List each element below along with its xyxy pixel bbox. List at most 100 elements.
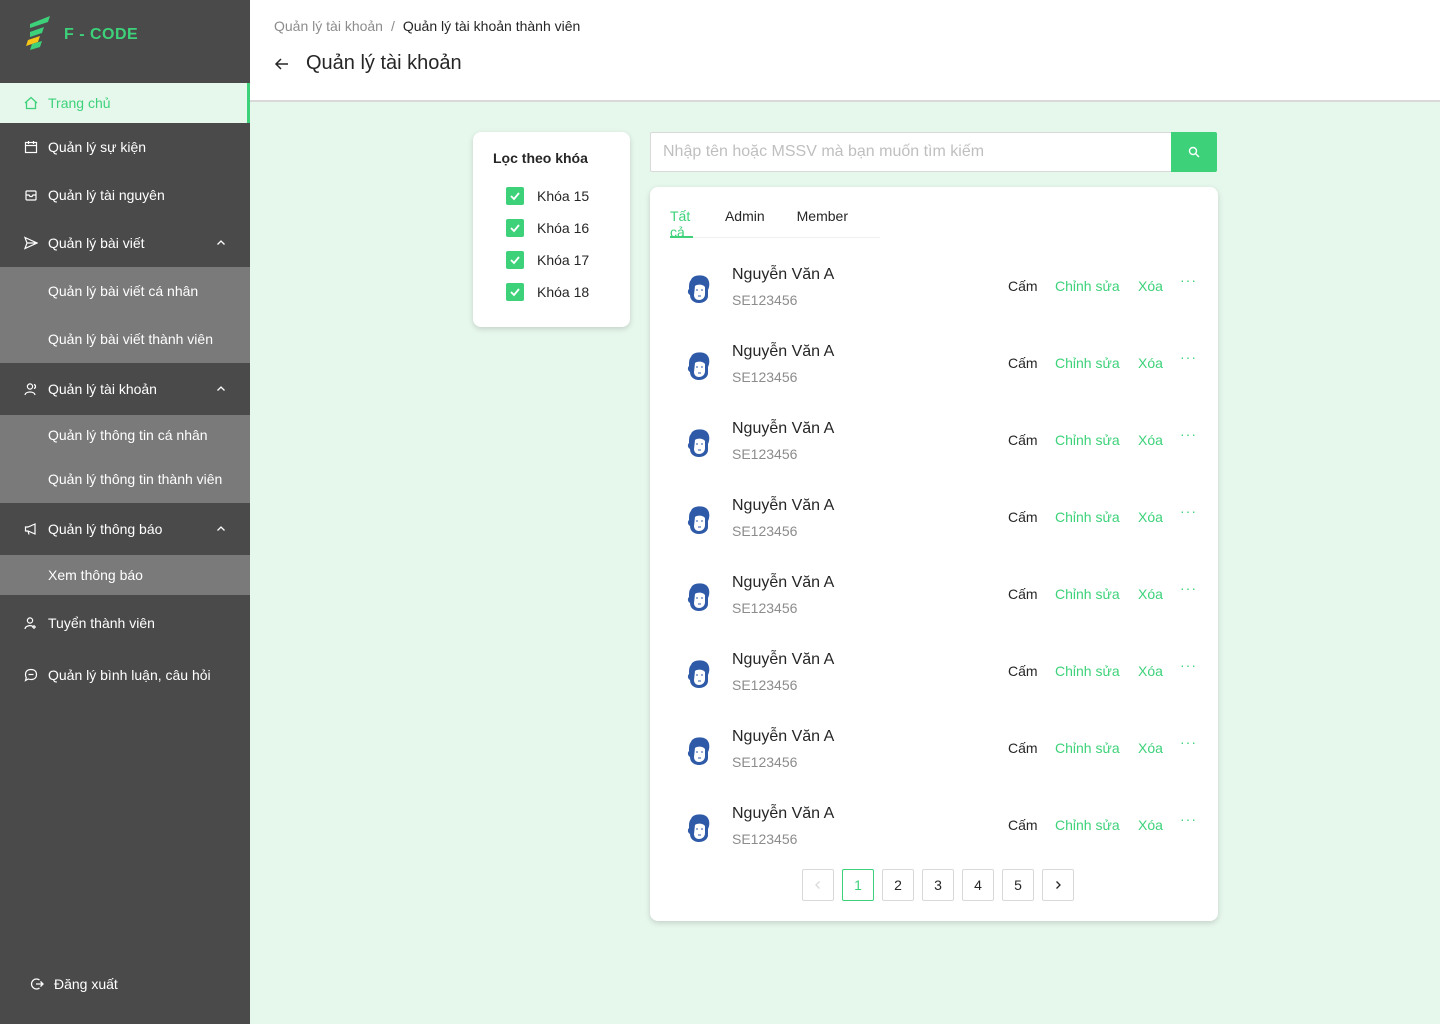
edit-button[interactable]: Chỉnh sửa	[1055, 663, 1120, 679]
sidebar-item-posts[interactable]: Quản lý bài viết	[0, 219, 250, 267]
sidebar-item-home[interactable]: Trang chủ	[0, 83, 250, 123]
breadcrumb-current: Quản lý tài khoản thành viên	[402, 18, 581, 34]
recruit-icon	[24, 616, 38, 630]
tab-all[interactable]: Tất cả	[670, 187, 693, 240]
delete-button[interactable]: Xóa	[1138, 740, 1163, 756]
sidebar-item-member-info[interactable]: Quản lý thông tin thành viên	[0, 455, 250, 503]
member-mssv: SE123456	[732, 523, 798, 539]
sidebar-item-recruit[interactable]: Tuyển thành viên	[0, 595, 250, 651]
sidebar-item-label: Quản lý bài viết thành viên	[48, 331, 213, 347]
breadcrumb-parent[interactable]: Quản lý tài khoản	[274, 18, 383, 34]
sidebar-item-personal-info[interactable]: Quản lý thông tin cá nhân	[0, 415, 250, 455]
page-button-3[interactable]: 3	[922, 869, 954, 901]
filter-option-khoa-18[interactable]: Khóa 18	[493, 276, 610, 308]
more-options-button[interactable]: ···	[1180, 426, 1197, 442]
page-button-2[interactable]: 2	[882, 869, 914, 901]
ban-button[interactable]: Cấm	[1008, 663, 1038, 679]
page-button-1[interactable]: 1	[842, 869, 874, 901]
member-row: Nguyễn Văn A SE123456 Cấm Chỉnh sửa Xóa ···	[686, 724, 1196, 784]
ban-button[interactable]: Cấm	[1008, 740, 1038, 756]
filter-title: Lọc theo khóa	[493, 150, 588, 166]
sidebar-item-resources[interactable]: Quản lý tài nguyên	[0, 171, 250, 219]
pagination: 1 2 3 4 5	[802, 869, 1082, 901]
more-options-button[interactable]: ···	[1180, 734, 1197, 750]
member-mssv: SE123456	[732, 600, 798, 616]
back-arrow-icon[interactable]	[274, 56, 290, 72]
checkbox-checked[interactable]	[506, 251, 524, 269]
avatar	[686, 582, 712, 612]
page-title: Quản lý tài khoản	[306, 52, 462, 74]
chat-icon	[24, 668, 38, 682]
sidebar-item-events[interactable]: Quản lý sự kiện	[0, 123, 250, 171]
more-options-button[interactable]: ···	[1180, 580, 1197, 596]
member-mssv: SE123456	[732, 677, 798, 693]
filter-option-khoa-17[interactable]: Khóa 17	[493, 244, 610, 276]
more-options-button[interactable]: ···	[1180, 811, 1197, 827]
ban-button[interactable]: Cấm	[1008, 432, 1038, 448]
filter-option-label: Khóa 15	[537, 188, 590, 204]
more-options-button[interactable]: ···	[1180, 349, 1197, 365]
checkbox-checked[interactable]	[506, 219, 524, 237]
filter-option-khoa-16[interactable]: Khóa 16	[493, 212, 610, 244]
sidebar-item-label: Quản lý tài nguyên	[48, 187, 165, 203]
edit-button[interactable]: Chỉnh sửa	[1055, 432, 1120, 448]
ban-button[interactable]: Cấm	[1008, 586, 1038, 602]
member-list-card: Tất cả Admin Member Nguyễn Văn A SE123456…	[650, 187, 1218, 921]
avatar	[686, 659, 712, 689]
home-icon	[24, 96, 38, 110]
sidebar-item-comments[interactable]: Quản lý bình luận, câu hỏi	[0, 651, 250, 699]
filter-option-khoa-15[interactable]: Khóa 15	[493, 180, 610, 212]
breadcrumb: Quản lý tài khoản / Quản lý tài khoản th…	[274, 18, 580, 34]
chevron-up-icon	[217, 526, 225, 531]
delete-button[interactable]: Xóa	[1138, 586, 1163, 602]
member-name: Nguyễn Văn A	[732, 420, 835, 437]
sidebar-item-accounts[interactable]: Quản lý tài khoản	[0, 363, 250, 415]
sidebar-item-view-notifications[interactable]: Xem thông báo	[0, 555, 250, 595]
sidebar-item-label: Tuyển thành viên	[48, 615, 155, 631]
delete-button[interactable]: Xóa	[1138, 663, 1163, 679]
member-mssv: SE123456	[732, 831, 798, 847]
avatar	[686, 274, 712, 304]
next-page-button[interactable]	[1042, 869, 1074, 901]
more-options-button[interactable]: ···	[1180, 272, 1197, 288]
search-input[interactable]	[650, 132, 1171, 172]
delete-button[interactable]: Xóa	[1138, 278, 1163, 294]
delete-button[interactable]: Xóa	[1138, 432, 1163, 448]
page-button-4[interactable]: 4	[962, 869, 994, 901]
tab-member[interactable]: Member	[797, 187, 848, 237]
sidebar-item-personal-posts[interactable]: Quản lý bài viết cá nhân	[0, 267, 250, 315]
edit-button[interactable]: Chỉnh sửa	[1055, 586, 1120, 602]
tab-admin[interactable]: Admin	[725, 187, 765, 237]
ban-button[interactable]: Cấm	[1008, 509, 1038, 525]
member-name: Nguyễn Văn A	[732, 805, 835, 822]
search-button[interactable]	[1171, 132, 1217, 172]
edit-button[interactable]: Chỉnh sửa	[1055, 355, 1120, 371]
avatar	[686, 428, 712, 458]
sidebar-item-member-posts[interactable]: Quản lý bài viết thành viên	[0, 315, 250, 363]
delete-button[interactable]: Xóa	[1138, 509, 1163, 525]
logo[interactable]: F - CODE	[0, 0, 250, 70]
edit-button[interactable]: Chỉnh sửa	[1055, 740, 1120, 756]
role-tabs: Tất cả Admin Member	[670, 187, 880, 240]
delete-button[interactable]: Xóa	[1138, 355, 1163, 371]
checkbox-checked[interactable]	[506, 283, 524, 301]
member-row: Nguyễn Văn A SE123456 Cấm Chỉnh sửa Xóa ···	[686, 647, 1196, 707]
more-options-button[interactable]: ···	[1180, 657, 1197, 673]
ban-button[interactable]: Cấm	[1008, 278, 1038, 294]
page-button-5[interactable]: 5	[1002, 869, 1034, 901]
member-mssv: SE123456	[732, 754, 798, 770]
more-options-button[interactable]: ···	[1180, 503, 1197, 519]
sidebar-item-notifications[interactable]: Quản lý thông báo	[0, 503, 250, 555]
ban-button[interactable]: Cấm	[1008, 817, 1038, 833]
ban-button[interactable]: Cấm	[1008, 355, 1038, 371]
edit-button[interactable]: Chỉnh sửa	[1055, 817, 1120, 833]
delete-button[interactable]: Xóa	[1138, 817, 1163, 833]
edit-button[interactable]: Chỉnh sửa	[1055, 278, 1120, 294]
logout-icon	[30, 978, 44, 990]
checkbox-checked[interactable]	[506, 187, 524, 205]
logout-button[interactable]: Đăng xuất	[30, 976, 118, 992]
prev-page-button[interactable]	[802, 869, 834, 901]
sidebar-item-label: Quản lý sự kiện	[48, 139, 147, 155]
sidebar-item-label: Xem thông báo	[48, 567, 143, 583]
edit-button[interactable]: Chỉnh sửa	[1055, 509, 1120, 525]
